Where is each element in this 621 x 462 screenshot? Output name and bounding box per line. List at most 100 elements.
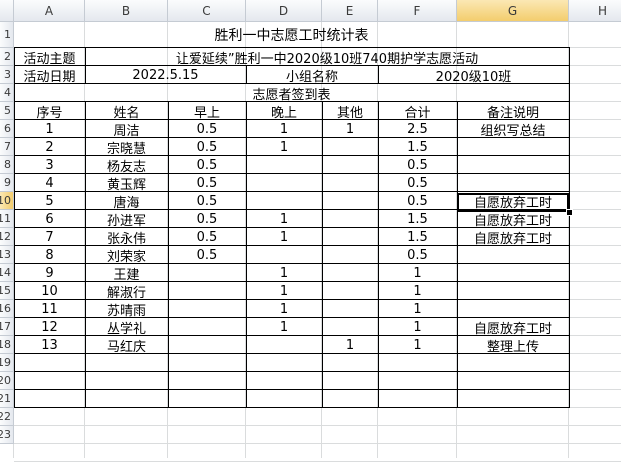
cell-total[interactable]: 0.5 xyxy=(378,156,457,174)
cell-remark-empty[interactable] xyxy=(457,246,569,264)
cell-total[interactable]: 2.5 xyxy=(378,120,457,138)
cell-name[interactable]: 丛学礼 xyxy=(85,318,168,337)
date-label[interactable]: 活动日期 xyxy=(14,66,85,85)
cell-other[interactable] xyxy=(322,192,378,210)
cell-name[interactable]: 苏晴雨 xyxy=(85,300,168,319)
select-all-corner[interactable] xyxy=(0,0,14,22)
cell-seq[interactable]: 7 xyxy=(14,228,85,246)
cell-evening[interactable] xyxy=(246,192,322,210)
cell-seq[interactable]: 13 xyxy=(14,336,85,354)
cell-morning[interactable]: 0.5 xyxy=(168,138,246,156)
row-header-22[interactable]: 22 xyxy=(0,408,14,426)
theme-label[interactable]: 活动主题 xyxy=(14,48,85,67)
row-header-23[interactable]: 23 xyxy=(0,426,14,444)
cell-name[interactable]: 宗晓慧 xyxy=(85,138,168,157)
table-header-2[interactable]: 早上 xyxy=(168,102,246,121)
row-header-5[interactable]: 5 xyxy=(0,102,14,120)
cell-total[interactable]: 0.5 xyxy=(378,192,457,210)
row-header-16[interactable]: 16 xyxy=(0,300,14,318)
cell-morning[interactable]: 0.5 xyxy=(168,174,246,192)
cell-evening[interactable]: 1 xyxy=(246,120,322,138)
cell-remark[interactable]: 自愿放弃工时 xyxy=(457,210,569,229)
cell-remark-empty[interactable] xyxy=(457,282,569,300)
column-header-g[interactable]: G xyxy=(457,0,569,22)
cell-total[interactable]: 1.5 xyxy=(378,228,457,246)
cell-other[interactable] xyxy=(322,138,378,156)
cell-name[interactable]: 张永伟 xyxy=(85,228,168,247)
column-header-e[interactable]: E xyxy=(322,0,378,22)
cell-total[interactable]: 1 xyxy=(378,300,457,318)
cell-evening[interactable]: 1 xyxy=(246,300,322,318)
cell-other[interactable] xyxy=(322,318,378,336)
cell-other[interactable] xyxy=(322,156,378,174)
cell-evening[interactable] xyxy=(246,336,322,354)
cell-seq[interactable]: 11 xyxy=(14,300,85,318)
cell-name[interactable]: 杨友志 xyxy=(85,156,168,175)
cell-total[interactable]: 1.5 xyxy=(378,210,457,228)
row-header-7[interactable]: 7 xyxy=(0,138,14,156)
spreadsheet[interactable]: ABCDEFGH12345678910111213141516171819202… xyxy=(0,0,621,462)
cell-remark[interactable]: 自愿放弃工时 xyxy=(457,318,569,337)
cell-evening[interactable]: 1 xyxy=(246,210,322,228)
row-header-10[interactable]: 10 xyxy=(0,192,14,210)
row-header-18[interactable]: 18 xyxy=(0,336,14,354)
cell-other[interactable] xyxy=(322,264,378,282)
cell-name[interactable]: 马红庆 xyxy=(85,336,168,355)
cell-morning[interactable]: 0.5 xyxy=(168,120,246,138)
column-header-b[interactable]: B xyxy=(85,0,168,22)
cell-other[interactable] xyxy=(322,210,378,228)
table-header-0[interactable]: 序号 xyxy=(14,102,85,121)
cell-other[interactable] xyxy=(322,282,378,300)
cell-seq[interactable]: 8 xyxy=(14,246,85,264)
row-header-13[interactable]: 13 xyxy=(0,246,14,264)
active-cell-selection[interactable] xyxy=(457,193,569,212)
cell-evening[interactable] xyxy=(246,156,322,174)
cell-evening[interactable]: 1 xyxy=(246,264,322,282)
row-header-4[interactable]: 4 xyxy=(0,84,14,102)
cell-total[interactable]: 1 xyxy=(378,282,457,300)
row-header-12[interactable]: 12 xyxy=(0,228,14,246)
row-header-19[interactable]: 19 xyxy=(0,354,14,372)
cell-remark-empty[interactable] xyxy=(457,300,569,318)
cell-total[interactable]: 1.5 xyxy=(378,138,457,156)
cell-name[interactable]: 黄玉辉 xyxy=(85,174,168,193)
cell-morning[interactable]: 0.5 xyxy=(168,246,246,264)
group-value[interactable]: 2020级10班 xyxy=(378,66,569,85)
cell-total[interactable]: 0.5 xyxy=(378,246,457,264)
column-header-h[interactable]: H xyxy=(569,0,621,22)
row-header-11[interactable]: 11 xyxy=(0,210,14,228)
cell-total[interactable]: 1 xyxy=(378,318,457,336)
column-header-c[interactable]: C xyxy=(168,0,246,22)
cell-name[interactable]: 周洁 xyxy=(85,120,168,139)
sheet-title[interactable]: 胜利一中志愿工时统计表 xyxy=(14,22,569,48)
column-header-a[interactable]: A xyxy=(14,0,85,22)
row-header-1[interactable]: 1 xyxy=(0,22,14,48)
cell-morning[interactable]: 0.5 xyxy=(168,228,246,246)
cell-remark-empty[interactable] xyxy=(457,138,569,156)
cell-evening[interactable]: 1 xyxy=(246,318,322,336)
row-header-3[interactable]: 3 xyxy=(0,66,14,84)
cell-seq[interactable]: 9 xyxy=(14,264,85,282)
cell-evening[interactable] xyxy=(246,174,322,192)
row-header-9[interactable]: 9 xyxy=(0,174,14,192)
cell-evening[interactable]: 1 xyxy=(246,282,322,300)
cell-evening[interactable]: 1 xyxy=(246,138,322,156)
cell-other[interactable] xyxy=(322,246,378,264)
table-header-3[interactable]: 晚上 xyxy=(246,102,322,121)
cell-name[interactable]: 唐海 xyxy=(85,192,168,211)
cell-morning[interactable] xyxy=(168,264,246,282)
row-header-2[interactable]: 2 xyxy=(0,48,14,66)
theme-value[interactable]: 让爱延续”胜利一中2020级10班740期护学志愿活动 xyxy=(85,48,569,67)
row-header-6[interactable]: 6 xyxy=(0,120,14,138)
group-label[interactable]: 小组名称 xyxy=(246,66,378,85)
cell-evening[interactable] xyxy=(246,246,322,264)
cell-morning[interactable]: 0.5 xyxy=(168,156,246,174)
cell-seq[interactable]: 10 xyxy=(14,282,85,300)
cell-name[interactable]: 解淑行 xyxy=(85,282,168,301)
fill-handle[interactable] xyxy=(566,209,573,216)
cell-other[interactable] xyxy=(322,300,378,318)
cell-seq[interactable]: 6 xyxy=(14,210,85,228)
row-header-8[interactable]: 8 xyxy=(0,156,14,174)
cell-seq[interactable]: 12 xyxy=(14,318,85,336)
cell-remark-empty[interactable] xyxy=(457,174,569,192)
